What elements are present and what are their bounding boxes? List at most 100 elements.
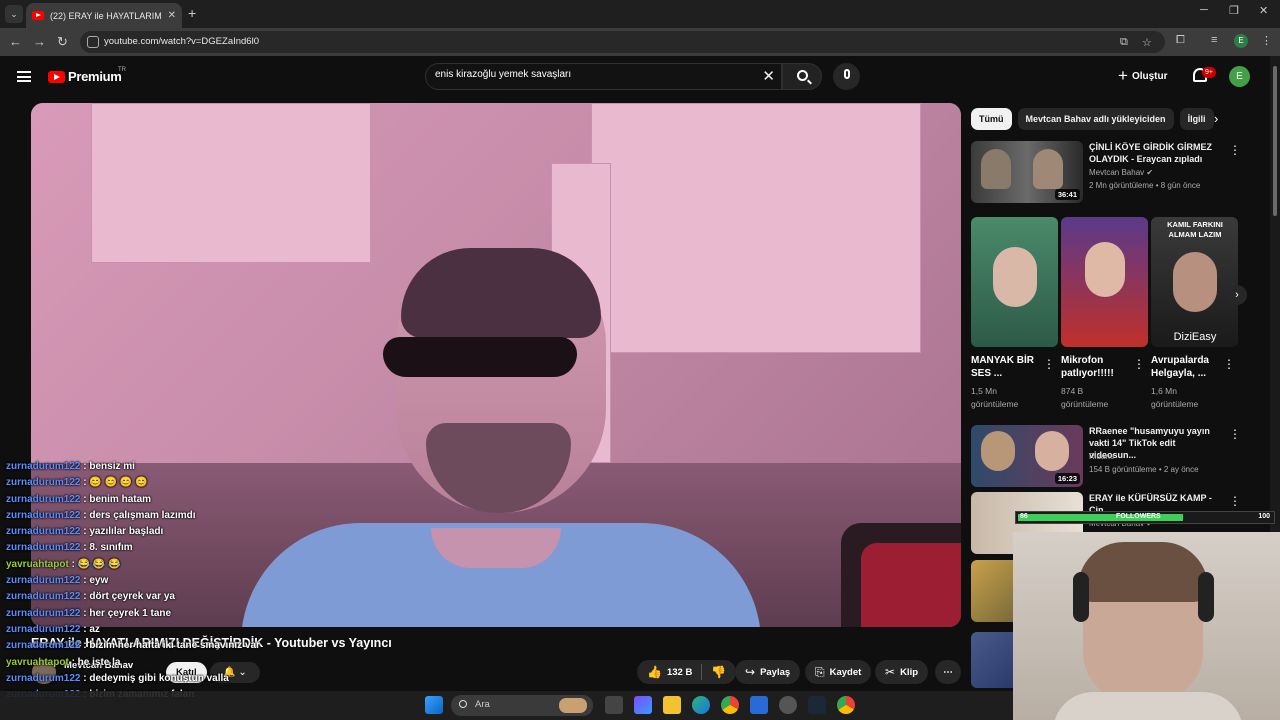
scrollbar-thumb[interactable]: [1273, 66, 1277, 216]
video-scene-shape: [861, 543, 961, 627]
video-thumbnail[interactable]: [971, 560, 1013, 622]
short-thumbnail[interactable]: KAMIL FARKINI ALMAM LAZIM DiziEasy: [1151, 217, 1238, 347]
thumbs-up-icon[interactable]: 👍: [647, 665, 662, 679]
chips-next-icon[interactable]: ›: [1214, 111, 1218, 126]
task-view-icon[interactable]: [605, 696, 623, 714]
recommendation-item[interactable]: 16:23 RRaenee "husamyuyu yayın vakti 14"…: [971, 425, 1241, 487]
short-title[interactable]: Mikrofon patlıyor!!!!!: [1061, 354, 1131, 380]
back-icon[interactable]: ←: [9, 34, 22, 50]
cast-icon[interactable]: ⧉: [1120, 36, 1128, 49]
account-avatar[interactable]: E: [1229, 66, 1250, 87]
search-highlight-icon: [559, 698, 587, 713]
short-views: 1,5 Mn görüntüleme: [971, 386, 1019, 409]
tab-list-icon[interactable]: ⌄: [5, 5, 23, 23]
shorts-shelf: KAMIL FARKINI ALMAM LAZIM DiziEasy › MAN…: [971, 217, 1247, 417]
share-label: Paylaş: [760, 666, 791, 678]
browser-tab[interactable]: (22) ERAY ile HAYATLARIMIZI DEĞ ✕: [26, 3, 182, 28]
recommendation-channel[interactable]: Mevtcan Bahav ✔: [1089, 168, 1153, 177]
clear-search-icon[interactable]: ✕: [762, 67, 775, 85]
youtube-premium-logo[interactable]: Premium: [68, 69, 122, 84]
video-thumbnail[interactable]: 16:23: [971, 425, 1083, 487]
more-options-icon[interactable]: ⋮: [1043, 357, 1055, 371]
clip-button[interactable]: ✂ Klip: [875, 660, 929, 684]
recommendation-item[interactable]: 36:41 ÇİNLİ KÖYE GİRDİK GİRMEZ OLAYDIK -…: [971, 141, 1241, 203]
chat-text: : az: [83, 623, 100, 635]
thumbs-down-icon[interactable]: 👎: [711, 665, 726, 679]
minimize-icon[interactable]: ─: [1200, 4, 1208, 16]
extensions-icon[interactable]: ⧠: [1176, 34, 1185, 47]
browser-profile-avatar[interactable]: E: [1234, 34, 1248, 48]
search-box[interactable]: ✕: [425, 63, 782, 90]
bookmark-star-icon[interactable]: ☆: [1142, 36, 1152, 49]
chat-message: zurnadurum122 : 8. sınıfım: [6, 542, 336, 558]
chip-all[interactable]: Tümü: [971, 108, 1012, 130]
more-options-icon[interactable]: ⋮: [1229, 143, 1241, 157]
chat-username: zurnadurum122: [6, 607, 81, 619]
steam-icon[interactable]: [808, 696, 826, 714]
forward-icon[interactable]: →: [33, 34, 46, 50]
duration-badge: 36:41: [1054, 189, 1080, 200]
more-options-icon[interactable]: ⋮: [1229, 427, 1241, 441]
clip-label: Klip: [900, 666, 919, 678]
short-brand-text: DiziEasy: [1173, 331, 1217, 343]
chat-text: : dedeymiş gibi konuştun valla: [83, 672, 229, 684]
more-options-icon[interactable]: ⋮: [1223, 357, 1235, 371]
like-count[interactable]: 132 B: [667, 667, 692, 678]
create-button[interactable]: + Oluştur: [1118, 66, 1168, 86]
chrome-profile-icon[interactable]: [837, 696, 855, 714]
address-bar[interactable]: youtube.com/watch?v=DGEZaInd6l0 ⧉ ☆: [80, 31, 1165, 53]
short-title[interactable]: MANYAK BİR SES ...: [971, 354, 1041, 380]
share-icon: ↪: [745, 665, 756, 679]
new-tab-icon[interactable]: +: [188, 5, 196, 21]
browser-menu-icon[interactable]: ⋮: [1261, 34, 1272, 47]
restore-icon[interactable]: ❐: [1229, 4, 1239, 17]
short-thumbnail[interactable]: [1061, 217, 1148, 347]
youtube-logo-icon[interactable]: [48, 71, 65, 83]
filter-chips: Tümü Mevtcan Bahav adlı yükleyiciden İlg…: [971, 108, 1214, 130]
edge-icon[interactable]: [692, 696, 710, 714]
close-window-icon[interactable]: ✕: [1259, 4, 1268, 17]
chrome-icon[interactable]: [721, 696, 739, 714]
voice-search-button[interactable]: [833, 63, 860, 90]
video-thumbnail[interactable]: 36:41: [971, 141, 1083, 203]
site-info-icon[interactable]: [87, 36, 99, 48]
guide-menu-icon[interactable]: [17, 71, 31, 82]
short-thumbnail[interactable]: [971, 217, 1058, 347]
screen: ⌄ (22) ERAY ile HAYATLARIMIZI DEĞ ✕ + ─ …: [0, 0, 1280, 720]
search-input[interactable]: [435, 69, 755, 80]
widgets-icon[interactable]: [634, 696, 652, 714]
chat-message: zurnadurum122 : eyw: [6, 575, 336, 591]
plus-icon: +: [1118, 66, 1128, 85]
more-options-icon[interactable]: ⋮: [1229, 494, 1241, 508]
store-icon[interactable]: [750, 696, 768, 714]
chat-username: zurnadurum122: [6, 493, 81, 505]
chat-username: yavruahtapot: [6, 656, 69, 668]
more-actions-icon[interactable]: ⋯: [935, 660, 961, 684]
recommendation-channel[interactable]: Ridane: [1089, 452, 1114, 461]
shorts-next-icon[interactable]: ›: [1227, 285, 1247, 305]
save-button[interactable]: ⎘ Kaydet: [805, 660, 872, 684]
chat-username: zurnadurum122: [6, 509, 81, 521]
save-icon: ⎘: [815, 664, 825, 679]
chip-related[interactable]: İlgili: [1179, 108, 1214, 130]
more-options-icon[interactable]: ⋮: [1133, 357, 1145, 371]
search-button[interactable]: [782, 63, 822, 90]
short-title[interactable]: Avrupalarda Helgayla, ...: [1151, 354, 1221, 380]
recommendation-title[interactable]: ÇİNLİ KÖYE GİRDİK GİRMEZ OLAYDIK - Erayc…: [1089, 141, 1224, 165]
like-divider: [701, 664, 703, 680]
close-tab-icon[interactable]: ✕: [168, 10, 176, 21]
taskbar-search[interactable]: Ara: [451, 695, 593, 716]
chip-uploader[interactable]: Mevtcan Bahav adlı yükleyiciden: [1017, 108, 1174, 130]
taskbar-search-placeholder: Ara: [475, 699, 490, 710]
file-explorer-icon[interactable]: [663, 696, 681, 714]
app-icon[interactable]: [779, 696, 797, 714]
reading-list-icon[interactable]: ≡: [1211, 34, 1217, 46]
chat-text: : yazılılar başladı: [83, 526, 164, 538]
chat-message: zurnadurum122 : her çeyrek 1 tane: [6, 608, 336, 624]
video-thumbnail[interactable]: [971, 632, 1013, 688]
share-button[interactable]: ↪ Paylaş: [735, 660, 801, 684]
start-icon[interactable]: [425, 696, 443, 714]
short-views: 874 B görüntüleme: [1061, 386, 1109, 409]
chat-username: zurnadurum122: [6, 542, 81, 554]
reload-icon[interactable]: ↻: [57, 34, 68, 50]
